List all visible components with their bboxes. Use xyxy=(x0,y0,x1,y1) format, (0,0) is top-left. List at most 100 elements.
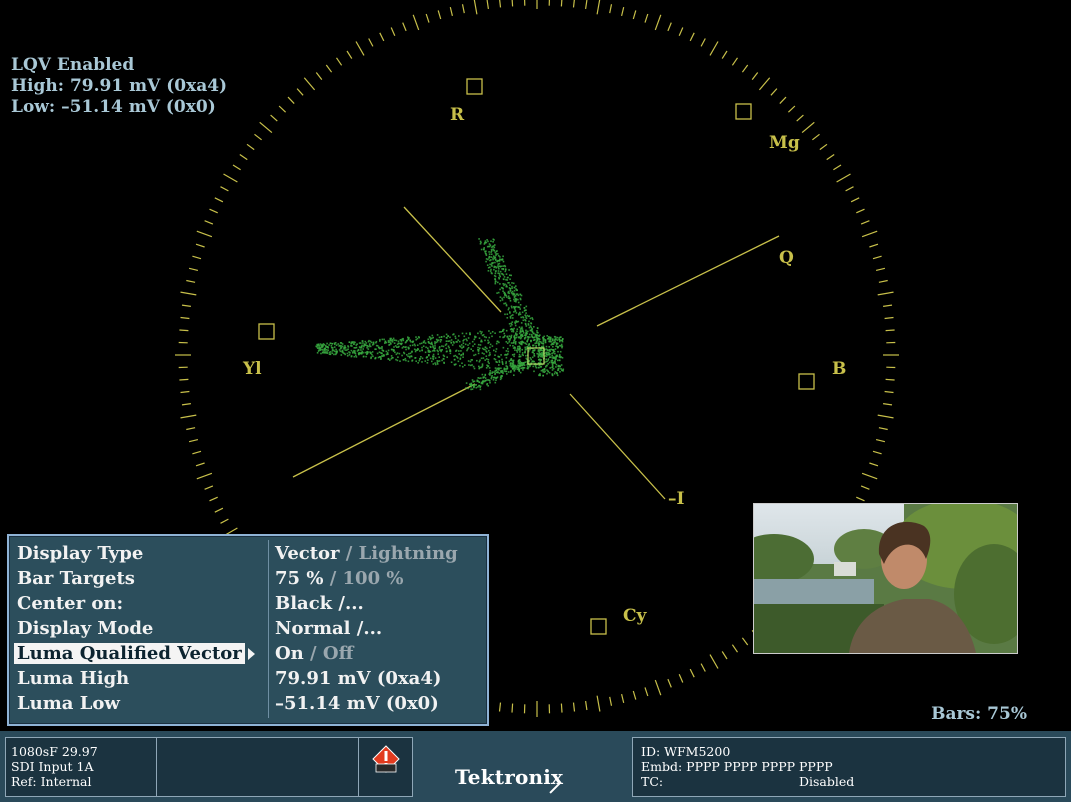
trace-point xyxy=(441,359,443,362)
trace-point xyxy=(501,272,503,275)
trace-point xyxy=(489,270,492,272)
trace-point xyxy=(514,324,517,327)
trace-point xyxy=(499,270,502,273)
menu-item-label[interactable]: Display Mode xyxy=(17,616,153,641)
trace-point xyxy=(467,344,469,346)
menu-item-label[interactable]: Luma High xyxy=(17,666,129,691)
menu-item-value[interactable]: Vector / Lightning xyxy=(275,541,458,566)
graticule-tick xyxy=(412,14,420,31)
trace-point xyxy=(498,367,501,370)
trace-point xyxy=(319,343,322,345)
trace-point xyxy=(493,376,496,379)
trace-point xyxy=(509,371,512,373)
trace-point xyxy=(521,311,524,314)
trace-point xyxy=(344,346,346,349)
trace-point xyxy=(499,275,501,278)
trace-point xyxy=(539,374,541,377)
menu-item-value[interactable]: 75 % / 100 % xyxy=(275,566,403,591)
trace-point xyxy=(478,347,481,349)
trace-point xyxy=(491,345,494,347)
trace-point xyxy=(518,353,521,356)
trace-point xyxy=(487,342,489,344)
trace-point xyxy=(421,361,423,363)
trace-point xyxy=(470,388,472,391)
menu-item-text: Display Type xyxy=(17,543,144,564)
menu-item-label[interactable]: Center on: xyxy=(17,591,123,616)
graticule-tick xyxy=(461,4,465,14)
footer-alarm-panel[interactable] xyxy=(358,737,413,797)
graticule-tick xyxy=(700,663,706,672)
menu-value-active: On xyxy=(275,643,304,664)
graticule-tick xyxy=(885,329,895,332)
trace-point xyxy=(491,331,494,333)
trace-point xyxy=(404,341,407,344)
trace-point xyxy=(462,352,464,355)
menu-item-label[interactable]: Bar Targets xyxy=(17,566,135,591)
trace-point xyxy=(482,380,484,382)
trace-point xyxy=(440,350,442,353)
trace-point xyxy=(472,350,474,352)
trace-point xyxy=(522,369,524,371)
graticule-tick xyxy=(180,414,197,419)
trace-point xyxy=(524,351,526,354)
graticule-tick xyxy=(346,50,353,59)
menu-value-inactive: Off xyxy=(322,643,354,664)
trace-point xyxy=(324,348,326,350)
graticule-tick xyxy=(585,0,588,9)
trace-point xyxy=(536,331,538,334)
menu-item-value[interactable]: Black /... xyxy=(275,591,364,616)
trace-point xyxy=(412,340,414,343)
menu-item-label[interactable]: Display Type xyxy=(17,541,143,566)
graticule-tick xyxy=(473,0,478,15)
trace-point xyxy=(508,323,511,325)
trace-point xyxy=(488,330,490,332)
graticule-tick xyxy=(621,693,625,704)
trace-point xyxy=(554,362,556,364)
trace-point xyxy=(474,353,477,356)
trace-point xyxy=(490,272,493,274)
menu-item-label[interactable]: Luma Qualified Vector xyxy=(14,641,255,666)
alarm-warning-icon[interactable] xyxy=(371,744,401,774)
graticule-tick xyxy=(609,4,613,14)
trace-point xyxy=(509,290,512,292)
trace-point xyxy=(484,339,486,342)
trace-point xyxy=(495,250,498,253)
trace-point xyxy=(421,357,424,360)
trace-point xyxy=(334,353,337,356)
footer-input-panel: 1080sF 29.97 SDI Input 1A Ref: Internal xyxy=(5,737,362,797)
menu-item-label[interactable]: Luma Low xyxy=(17,691,120,716)
label-cy: Cy xyxy=(623,606,648,626)
menu-item-value[interactable]: 79.91 mV (0xa4) xyxy=(275,666,441,691)
trace-point xyxy=(524,336,527,339)
trace-point xyxy=(508,341,511,343)
trace-point xyxy=(508,307,510,309)
trace-point xyxy=(501,259,504,261)
menu-item-value[interactable]: On / Off xyxy=(275,641,353,666)
trace-point xyxy=(482,357,485,359)
trace-point xyxy=(539,352,541,355)
trace-point xyxy=(533,370,535,373)
menu-item-value[interactable]: –51.14 mV (0x0) xyxy=(275,691,439,716)
trace-point xyxy=(511,282,513,284)
trace-point xyxy=(519,337,522,340)
trace-point xyxy=(560,368,562,370)
trace-point xyxy=(487,365,490,367)
trace-point xyxy=(488,362,490,365)
trace-point xyxy=(505,273,508,275)
trace-point xyxy=(417,336,420,338)
trace-point xyxy=(552,352,555,354)
menu-item-value[interactable]: Normal /... xyxy=(275,616,382,641)
graticule-tick xyxy=(204,485,214,490)
trace-point xyxy=(351,341,354,343)
trace-point xyxy=(353,351,356,353)
settings-menu[interactable]: Display Type Vector / Lightning Bar Target… xyxy=(7,534,489,726)
trace-point xyxy=(507,347,509,350)
trace-point xyxy=(500,265,503,268)
trace-point xyxy=(557,359,559,362)
trace-point xyxy=(459,364,461,367)
trace-point xyxy=(492,258,494,261)
trace-point xyxy=(347,346,350,348)
trace-point xyxy=(387,341,390,344)
trace-point xyxy=(480,377,482,379)
graticule-tick xyxy=(689,32,695,42)
